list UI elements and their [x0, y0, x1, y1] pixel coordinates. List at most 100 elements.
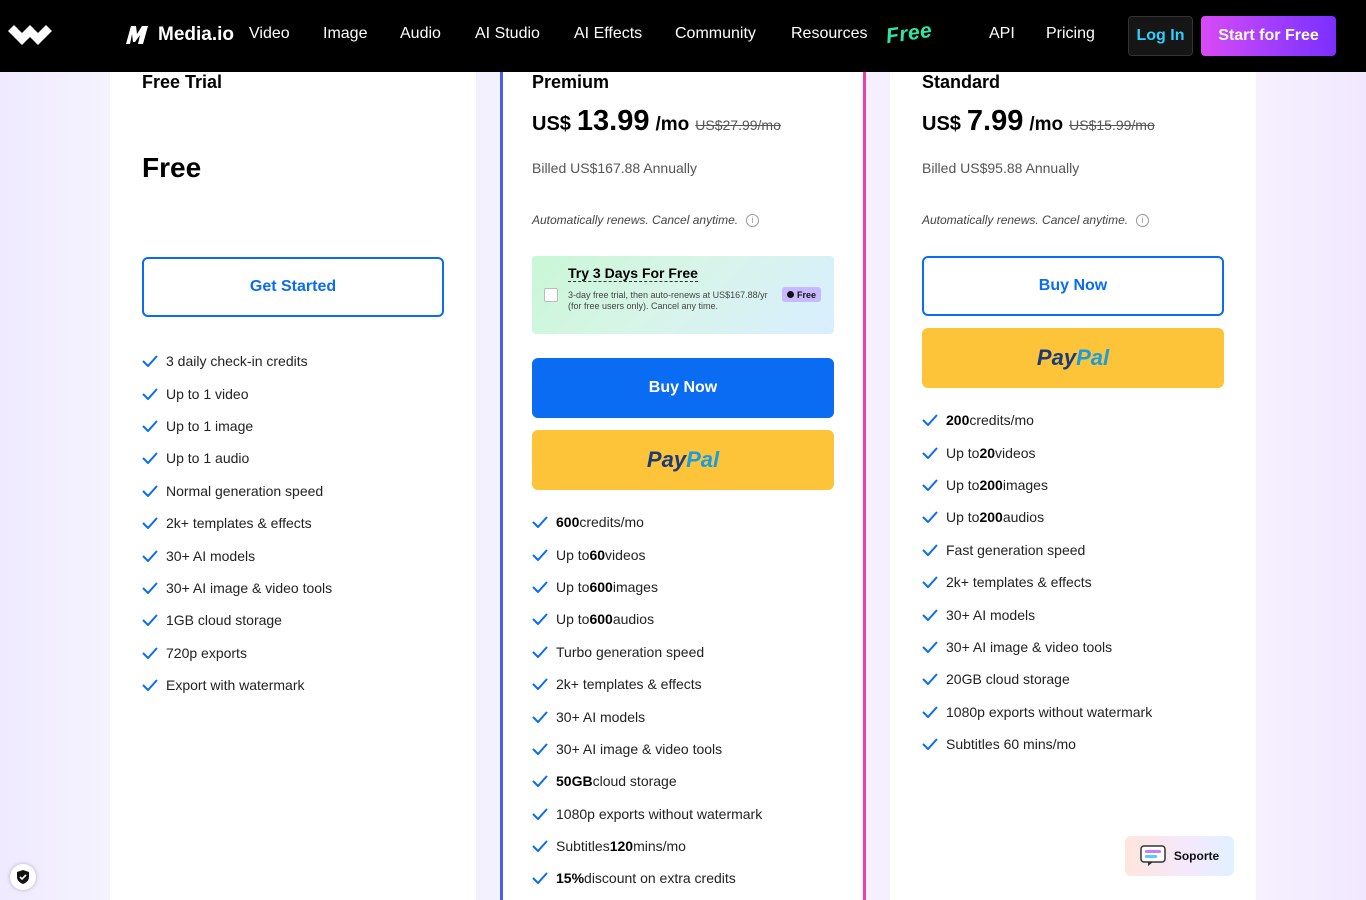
plan-card-free: Free Trial Free Get Started 3 daily chec… — [110, 72, 476, 900]
paypal-button[interactable]: Pay Pal — [532, 430, 834, 490]
paypal-logo-pal: Pal — [1076, 345, 1110, 370]
feature-item: 15% discount on extra credits — [532, 862, 762, 894]
plan-price: Free — [142, 152, 202, 183]
check-icon — [532, 840, 548, 853]
info-icon[interactable]: i — [1136, 213, 1150, 227]
check-icon — [532, 710, 548, 723]
feature-item: 720p exports — [142, 637, 332, 669]
check-icon — [142, 582, 158, 594]
feature-item: Up to 200 audios — [922, 501, 1152, 533]
check-icon — [532, 548, 548, 561]
check-icon — [142, 549, 158, 562]
feature-item: Up to 1 image — [142, 410, 332, 442]
feature-item: 30+ AI models — [532, 700, 762, 732]
wondershare-logo-icon[interactable] — [8, 25, 52, 47]
plan-card-premium: Premium US$ 13.99 /mo US$27.99/mo Billed… — [500, 72, 866, 900]
paypal-logo-pal: Pal — [686, 447, 720, 472]
check-icon — [922, 576, 938, 589]
feature-item: Turbo generation speed — [532, 636, 762, 668]
chat-monitor-icon — [1140, 845, 1166, 866]
feature-item: Up to 20 videos — [922, 436, 1152, 468]
check-icon — [142, 387, 158, 400]
price-period: /mo — [1029, 114, 1064, 135]
check-icon — [532, 678, 548, 691]
login-button[interactable]: Log In — [1128, 16, 1193, 56]
free-trial-option[interactable]: Try 3 Days For Free 3-day free trial, th… — [532, 256, 834, 334]
check-icon — [532, 581, 548, 593]
check-icon — [142, 485, 158, 497]
renew-note: Automatically renews. Cancel anytime. i — [532, 213, 760, 227]
trial-description: 3-day free trial, then auto-renews at US… — [568, 290, 768, 311]
brand-name: Media.io — [158, 24, 235, 45]
nav-video[interactable]: Video — [249, 25, 290, 43]
price-row: US$ 13.99 /mo US$27.99/mo — [532, 105, 781, 138]
coin-icon — [787, 291, 794, 298]
nav-ai-studio[interactable]: AI Studio — [475, 25, 540, 43]
feature-item: 30+ AI image & video tools — [142, 572, 332, 604]
check-icon — [532, 808, 548, 820]
check-icon — [142, 517, 158, 530]
feature-item: Up to 1 audio — [142, 442, 332, 474]
media-io-logo[interactable]: Media.io — [124, 22, 234, 48]
nav-image[interactable]: Image — [323, 25, 367, 43]
feature-list: 3 daily check-in credits Up to 1 video U… — [142, 345, 332, 701]
feature-item: Fast generation speed — [922, 534, 1152, 566]
price-period: /mo — [655, 114, 690, 135]
free-badge[interactable]: Free — [885, 19, 934, 49]
feature-item: Up to 600 audios — [532, 603, 762, 635]
feature-item: 30+ AI image & video tools — [922, 631, 1152, 663]
feature-item: 1080p exports without watermark — [922, 696, 1152, 728]
nav-pricing[interactable]: Pricing — [1046, 25, 1095, 43]
feature-item: 1080p exports without watermark — [532, 798, 762, 830]
price-row: US$ 7.99 /mo US$15.99/mo — [922, 105, 1155, 138]
feature-item: Subtitles 120 mins/mo — [532, 830, 762, 862]
feature-list: 600 credits/mo Up to 60 videos Up to 600… — [532, 506, 762, 895]
plan-name: Free Trial — [142, 72, 223, 92]
check-icon — [142, 420, 158, 432]
nav-audio[interactable]: Audio — [400, 25, 441, 43]
feature-item: 1GB cloud storage — [142, 604, 332, 636]
billed-text: Billed US$167.88 Annually — [532, 160, 698, 176]
paypal-logo-pay: Pay — [646, 447, 687, 472]
paypal-button[interactable]: Pay Pal — [922, 328, 1224, 388]
nav-api[interactable]: API — [989, 25, 1015, 43]
support-chat-button[interactable]: Soporte — [1125, 836, 1234, 876]
plan-card-standard: Standard US$ 7.99 /mo US$15.99/mo Billed… — [890, 72, 1256, 900]
price-currency: US$ — [532, 113, 571, 135]
feature-list: 200 credits/mo Up to 20 videos Up to 200… — [922, 404, 1152, 760]
feature-item: Normal generation speed — [142, 475, 332, 507]
info-icon[interactable]: i — [746, 213, 760, 227]
top-navigation: Media.io Video Image Audio AI Studio AI … — [0, 0, 1366, 72]
trial-checkbox[interactable] — [544, 288, 558, 302]
check-icon — [142, 355, 158, 368]
feature-item: 30+ AI models — [922, 598, 1152, 630]
feature-item: 2k+ templates & effects — [922, 566, 1152, 598]
check-icon — [532, 613, 548, 626]
feature-item: Up to 1 video — [142, 377, 332, 409]
feature-item: Export with watermark — [142, 669, 332, 701]
price-amount: 7.99 — [966, 105, 1024, 137]
feature-item: Up to 200 images — [922, 469, 1152, 501]
buy-now-button[interactable]: Buy Now — [922, 256, 1224, 316]
feature-item: 2k+ templates & effects — [142, 507, 332, 539]
plan-name: Premium — [532, 72, 610, 92]
check-icon — [922, 641, 938, 653]
media-io-m-icon — [126, 26, 148, 44]
check-icon — [922, 673, 938, 686]
buy-now-button[interactable]: Buy Now — [532, 358, 834, 418]
check-icon — [532, 872, 548, 885]
nav-ai-effects[interactable]: AI Effects — [574, 25, 642, 43]
nav-resources[interactable]: Resources — [791, 25, 867, 43]
nav-community[interactable]: Community — [675, 25, 756, 43]
old-price: US$27.99/mo — [695, 117, 781, 133]
plan-name: Standard — [922, 72, 1001, 92]
privacy-shield-icon[interactable] — [10, 864, 36, 890]
check-icon — [922, 479, 938, 491]
check-icon — [922, 738, 938, 751]
get-started-button[interactable]: Get Started — [142, 257, 444, 317]
check-icon — [922, 414, 938, 427]
support-label: Soporte — [1173, 849, 1220, 863]
start-for-free-button[interactable]: Start for Free — [1201, 16, 1336, 56]
check-icon — [922, 544, 938, 556]
feature-item: 3 daily check-in credits — [142, 345, 332, 377]
